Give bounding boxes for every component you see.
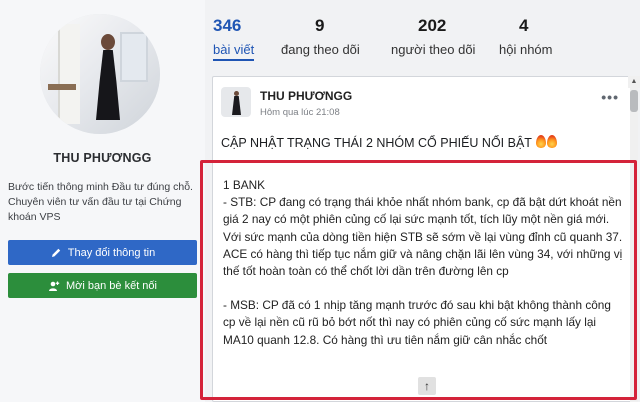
- avatar-pillar: [58, 24, 80, 124]
- profile-stats: 346 bài viết 9 đang theo dõi 202 người t…: [205, 0, 640, 70]
- post-avatar-body: [232, 96, 241, 115]
- stat-followers-label: người theo dõi: [391, 42, 476, 57]
- scrollbar-thumb[interactable]: [630, 90, 638, 112]
- post-card: THU PHƯƠNGG Hôm qua lúc 21:08 ••• CẬP NH…: [212, 76, 632, 402]
- avatar-shelf: [48, 84, 76, 90]
- profile-sidebar: THU PHƯƠNGG Bước tiến thông minh Đầu tư …: [0, 0, 205, 402]
- scroll-to-top-icon[interactable]: ↑: [418, 377, 436, 395]
- post-paragraph: 1 BANK: [223, 178, 265, 192]
- pencil-icon: [51, 248, 60, 257]
- fire-emoji-icon: [536, 135, 547, 148]
- post-paragraph-spacer: [223, 280, 625, 297]
- post-body: 1 BANK - STB: CP đang có trạng thái khỏe…: [223, 177, 625, 349]
- edit-profile-button[interactable]: Thay đổi thông tin: [8, 240, 197, 265]
- avatar-person-head: [101, 34, 115, 50]
- profile-bio: Bước tiến thông minh Đầu tư đúng chỗ. Ch…: [8, 181, 193, 223]
- stat-followers[interactable]: 202 người theo dõi: [391, 16, 475, 57]
- post-paragraph: - STB: CP đang có trạng thái khỏe nhất n…: [223, 195, 623, 279]
- post-timestamp[interactable]: Hôm qua lúc 21:08: [260, 107, 340, 118]
- more-options-icon[interactable]: •••: [601, 89, 619, 105]
- edit-profile-label: Thay đổi thông tin: [67, 246, 156, 259]
- stat-followers-count: 202: [418, 16, 447, 35]
- post-paragraph: - MSB: CP đã có 1 nhịp tăng mạnh trước đ…: [223, 298, 611, 347]
- post-author-avatar[interactable]: [221, 87, 251, 117]
- stat-groups[interactable]: 4 hội nhóm: [499, 16, 552, 57]
- avatar-window: [120, 32, 148, 82]
- scrollbar-track[interactable]: [630, 88, 638, 402]
- add-user-icon: [49, 281, 60, 291]
- invite-friends-button[interactable]: Mời bạn bè kết nối: [8, 273, 197, 298]
- stat-groups-label: hội nhóm: [499, 42, 553, 57]
- fire-emoji-icon: [547, 135, 558, 148]
- profile-avatar[interactable]: [40, 14, 160, 134]
- post-headline: CẬP NHẬT TRẠNG THÁI 2 NHÓM CỔ PHIẾU NỔI …: [221, 135, 626, 150]
- stat-following[interactable]: 9 đang theo dõi: [281, 16, 360, 57]
- stat-posts-count: 346: [213, 16, 242, 35]
- post-headline-text: CẬP NHẬT TRẠNG THÁI 2 NHÓM CỔ PHIẾU NỔI …: [221, 136, 532, 150]
- stat-posts-label: bài viết: [213, 42, 255, 61]
- stat-following-count: 9: [315, 16, 325, 35]
- stat-posts[interactable]: 346 bài viết: [213, 16, 255, 61]
- stat-groups-count: 4: [519, 16, 529, 35]
- post-author-name[interactable]: THU PHƯƠNGG: [260, 89, 352, 103]
- invite-friends-label: Mời bạn bè kết nối: [66, 279, 157, 292]
- post-avatar-head: [234, 91, 239, 96]
- profile-name: THU PHƯƠNGG: [53, 151, 152, 165]
- stat-following-label: đang theo dõi: [281, 42, 360, 57]
- scrollbar-up-arrow[interactable]: ▲: [628, 76, 640, 88]
